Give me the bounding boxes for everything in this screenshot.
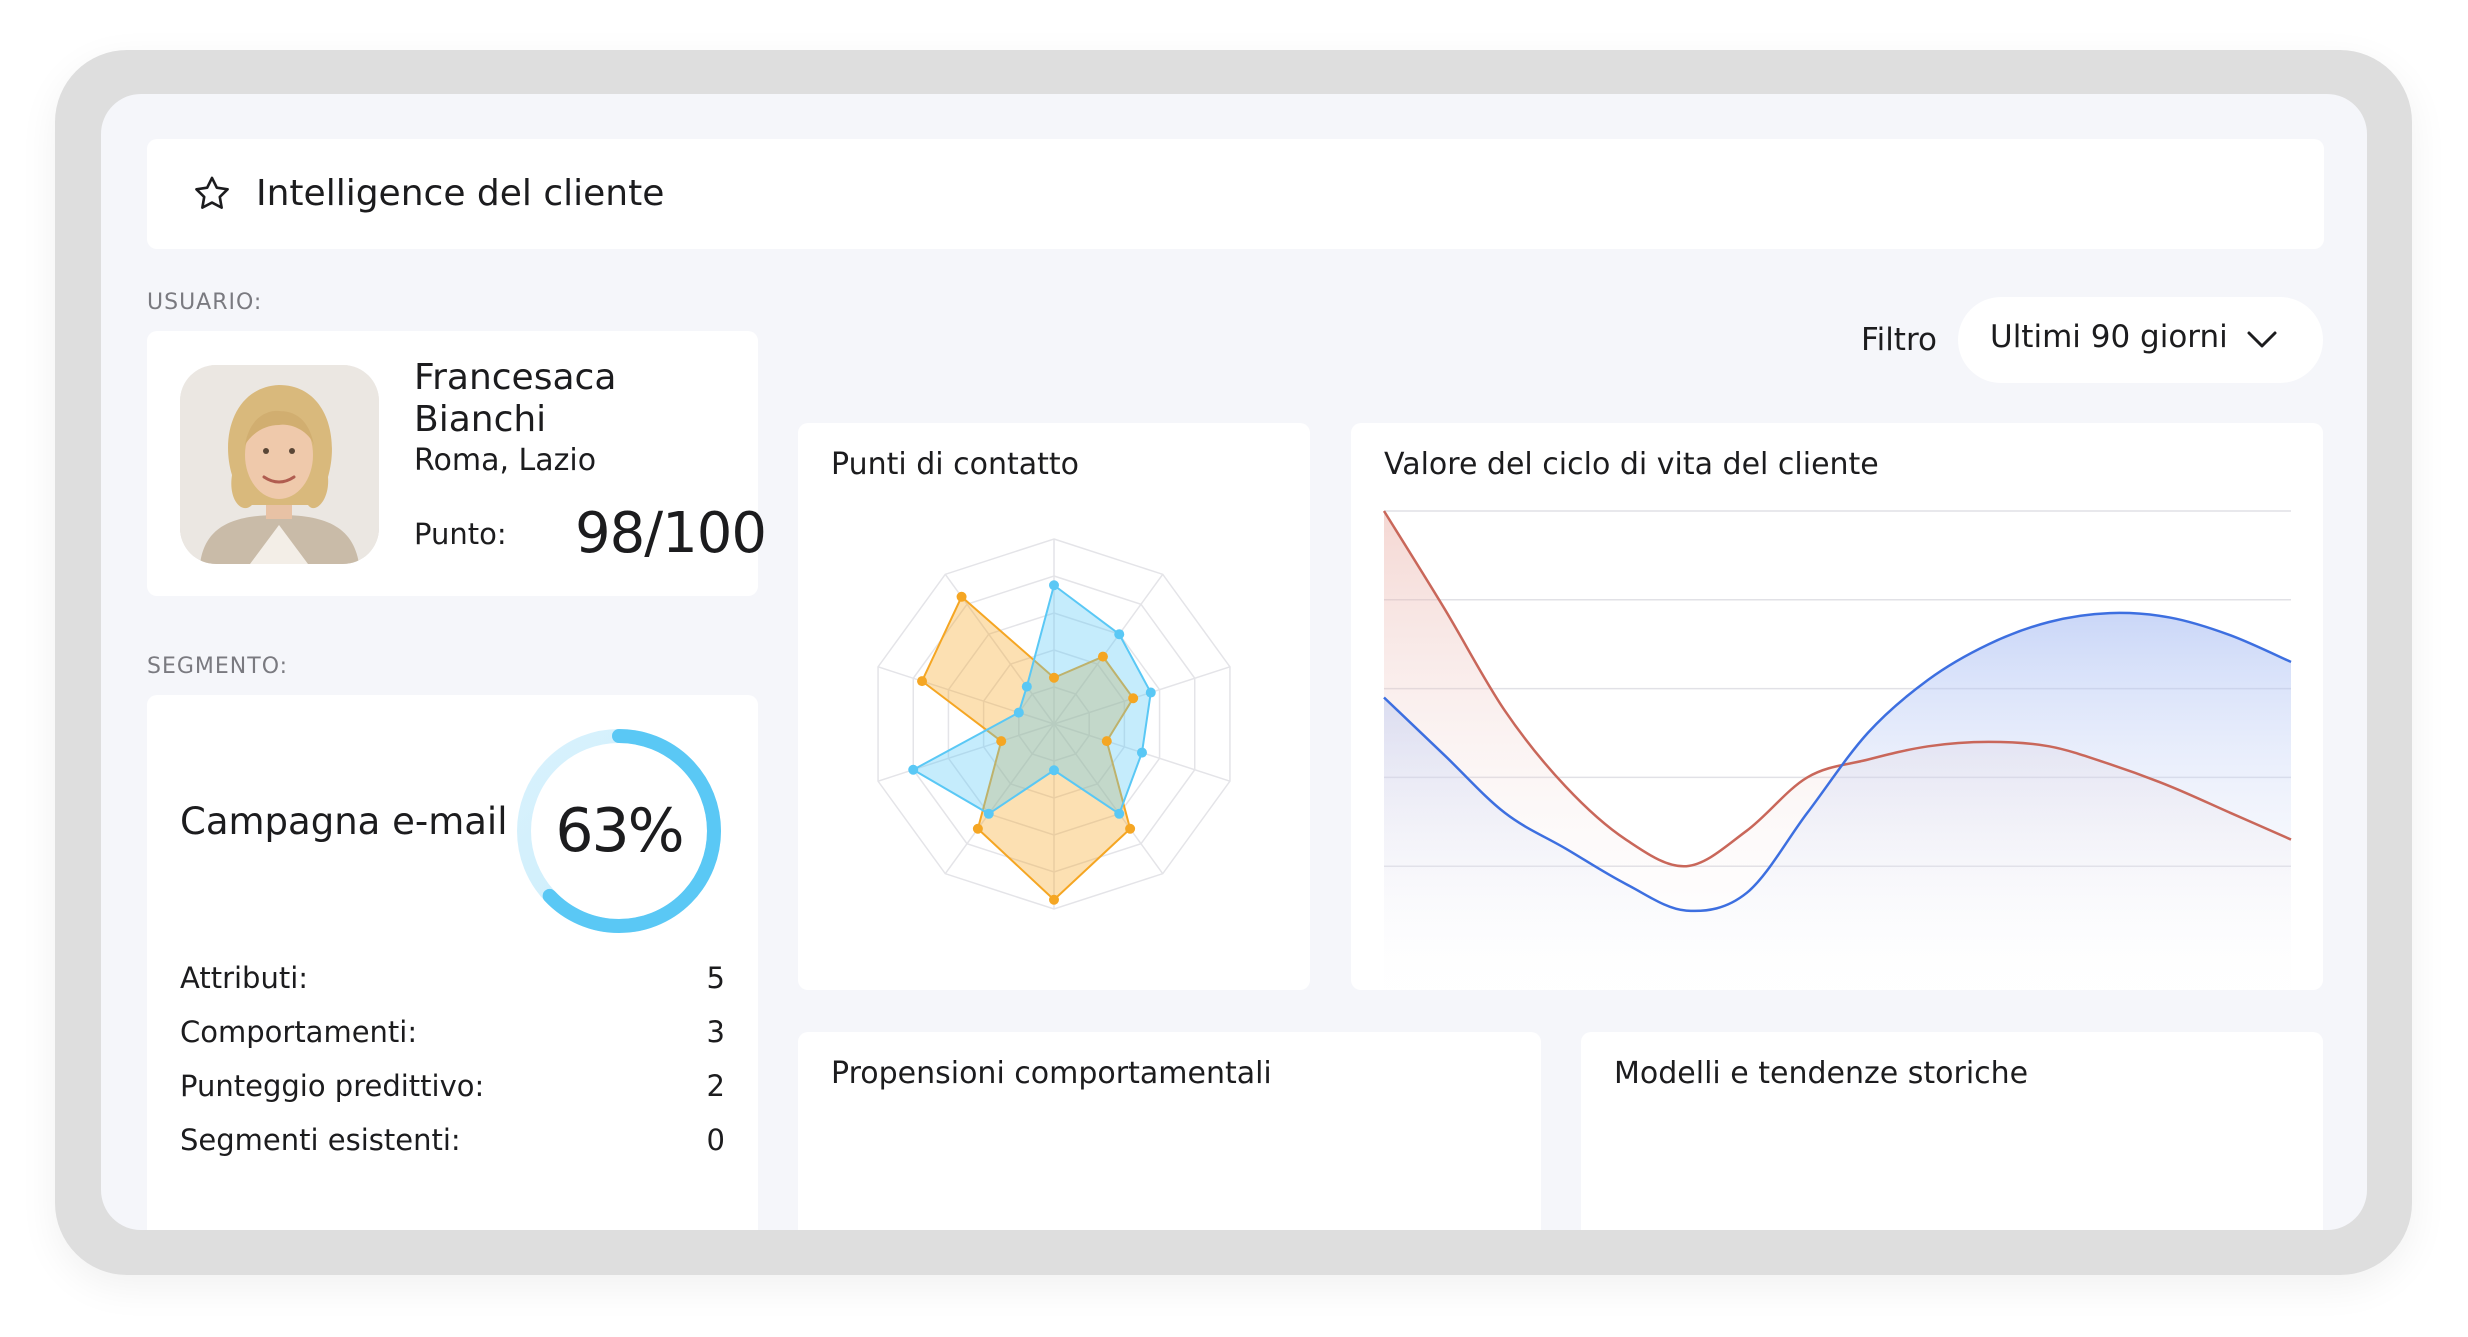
radar-point bbox=[1049, 894, 1059, 905]
page-header: Intelligence del cliente bbox=[147, 139, 2324, 249]
propensity-card[interactable]: Propensioni comportamentali bbox=[798, 1032, 1541, 1230]
attribute-label: Comportamenti: bbox=[180, 1015, 418, 1049]
segment-percent: 63% bbox=[555, 796, 684, 866]
radar-point bbox=[917, 676, 928, 687]
filter-label: Filtro bbox=[1861, 322, 1937, 358]
user-section-label: USUARIO: bbox=[147, 290, 263, 315]
radar-point bbox=[1049, 580, 1059, 591]
radar-point bbox=[1114, 629, 1125, 640]
propensity-title: Propensioni comportamentali bbox=[831, 1056, 1272, 1091]
lifetime-value-card[interactable]: Valore del ciclo di vita del cliente bbox=[1351, 423, 2323, 990]
radar-point bbox=[908, 764, 919, 775]
attribute-value: 2 bbox=[706, 1069, 725, 1103]
radar-point bbox=[1049, 672, 1059, 683]
attribute-value: 5 bbox=[706, 961, 725, 995]
attribute-label: Attributi: bbox=[180, 961, 309, 995]
radar-point bbox=[972, 823, 983, 834]
app-screen: Intelligence del cliente USUARIO: France… bbox=[101, 94, 2367, 1230]
radar-point bbox=[983, 808, 994, 819]
trends-title: Modelli e tendenze storiche bbox=[1614, 1056, 2029, 1091]
attribute-label: Segmenti esistenti: bbox=[180, 1123, 461, 1157]
radar-point bbox=[1145, 687, 1156, 698]
radar-point bbox=[996, 736, 1007, 747]
radar-point bbox=[1125, 823, 1136, 834]
user-card[interactable]: Francesaca Bianchi Roma, Lazio Punto: 98… bbox=[147, 331, 767, 596]
touchpoints-card[interactable]: Punti di contatto bbox=[798, 423, 1310, 990]
attribute-row: Attributi: 5 bbox=[180, 961, 725, 995]
radar-point bbox=[1013, 707, 1024, 718]
radar-point bbox=[1021, 681, 1032, 692]
date-range-select[interactable]: Ultimi 90 giorni bbox=[1958, 297, 2323, 383]
segment-title: Campagna e-mail bbox=[180, 800, 508, 843]
attribute-value: 3 bbox=[706, 1015, 725, 1049]
user-name: Francesaca Bianchi bbox=[414, 357, 617, 440]
radar-point bbox=[1101, 736, 1112, 747]
segment-card[interactable]: Campagna e-mail 63% Attributi: 5 Comport… bbox=[147, 695, 758, 1230]
attribute-value: 0 bbox=[706, 1123, 725, 1157]
chevron-down-icon bbox=[2247, 331, 2277, 348]
star-icon[interactable] bbox=[191, 173, 233, 215]
user-location: Roma, Lazio bbox=[414, 443, 597, 478]
radar-point bbox=[956, 591, 967, 602]
avatar bbox=[180, 365, 379, 564]
page-title: Intelligence del cliente bbox=[256, 173, 665, 214]
radar-point bbox=[1128, 693, 1139, 704]
lifetime-value-chart bbox=[1382, 510, 2292, 990]
attribute-label: Punteggio predittivo: bbox=[180, 1069, 485, 1103]
attribute-row: Segmenti esistenti: 0 bbox=[180, 1123, 725, 1157]
user-score: 98/100 bbox=[575, 501, 767, 566]
radar-chart bbox=[877, 538, 1231, 910]
user-score-label: Punto: bbox=[414, 517, 507, 551]
radar-point bbox=[1049, 765, 1059, 776]
attribute-row: Comportamenti: 3 bbox=[180, 1015, 725, 1049]
segment-section-label: SEGMENTO: bbox=[147, 654, 289, 679]
date-range-value: Ultimi 90 giorni bbox=[1990, 319, 2228, 355]
radar-point bbox=[1114, 808, 1125, 819]
attribute-row: Punteggio predittivo: 2 bbox=[180, 1069, 725, 1103]
trends-card[interactable]: Modelli e tendenze storiche bbox=[1581, 1032, 2323, 1230]
radar-point bbox=[1136, 747, 1147, 758]
radar-point bbox=[1097, 651, 1108, 662]
